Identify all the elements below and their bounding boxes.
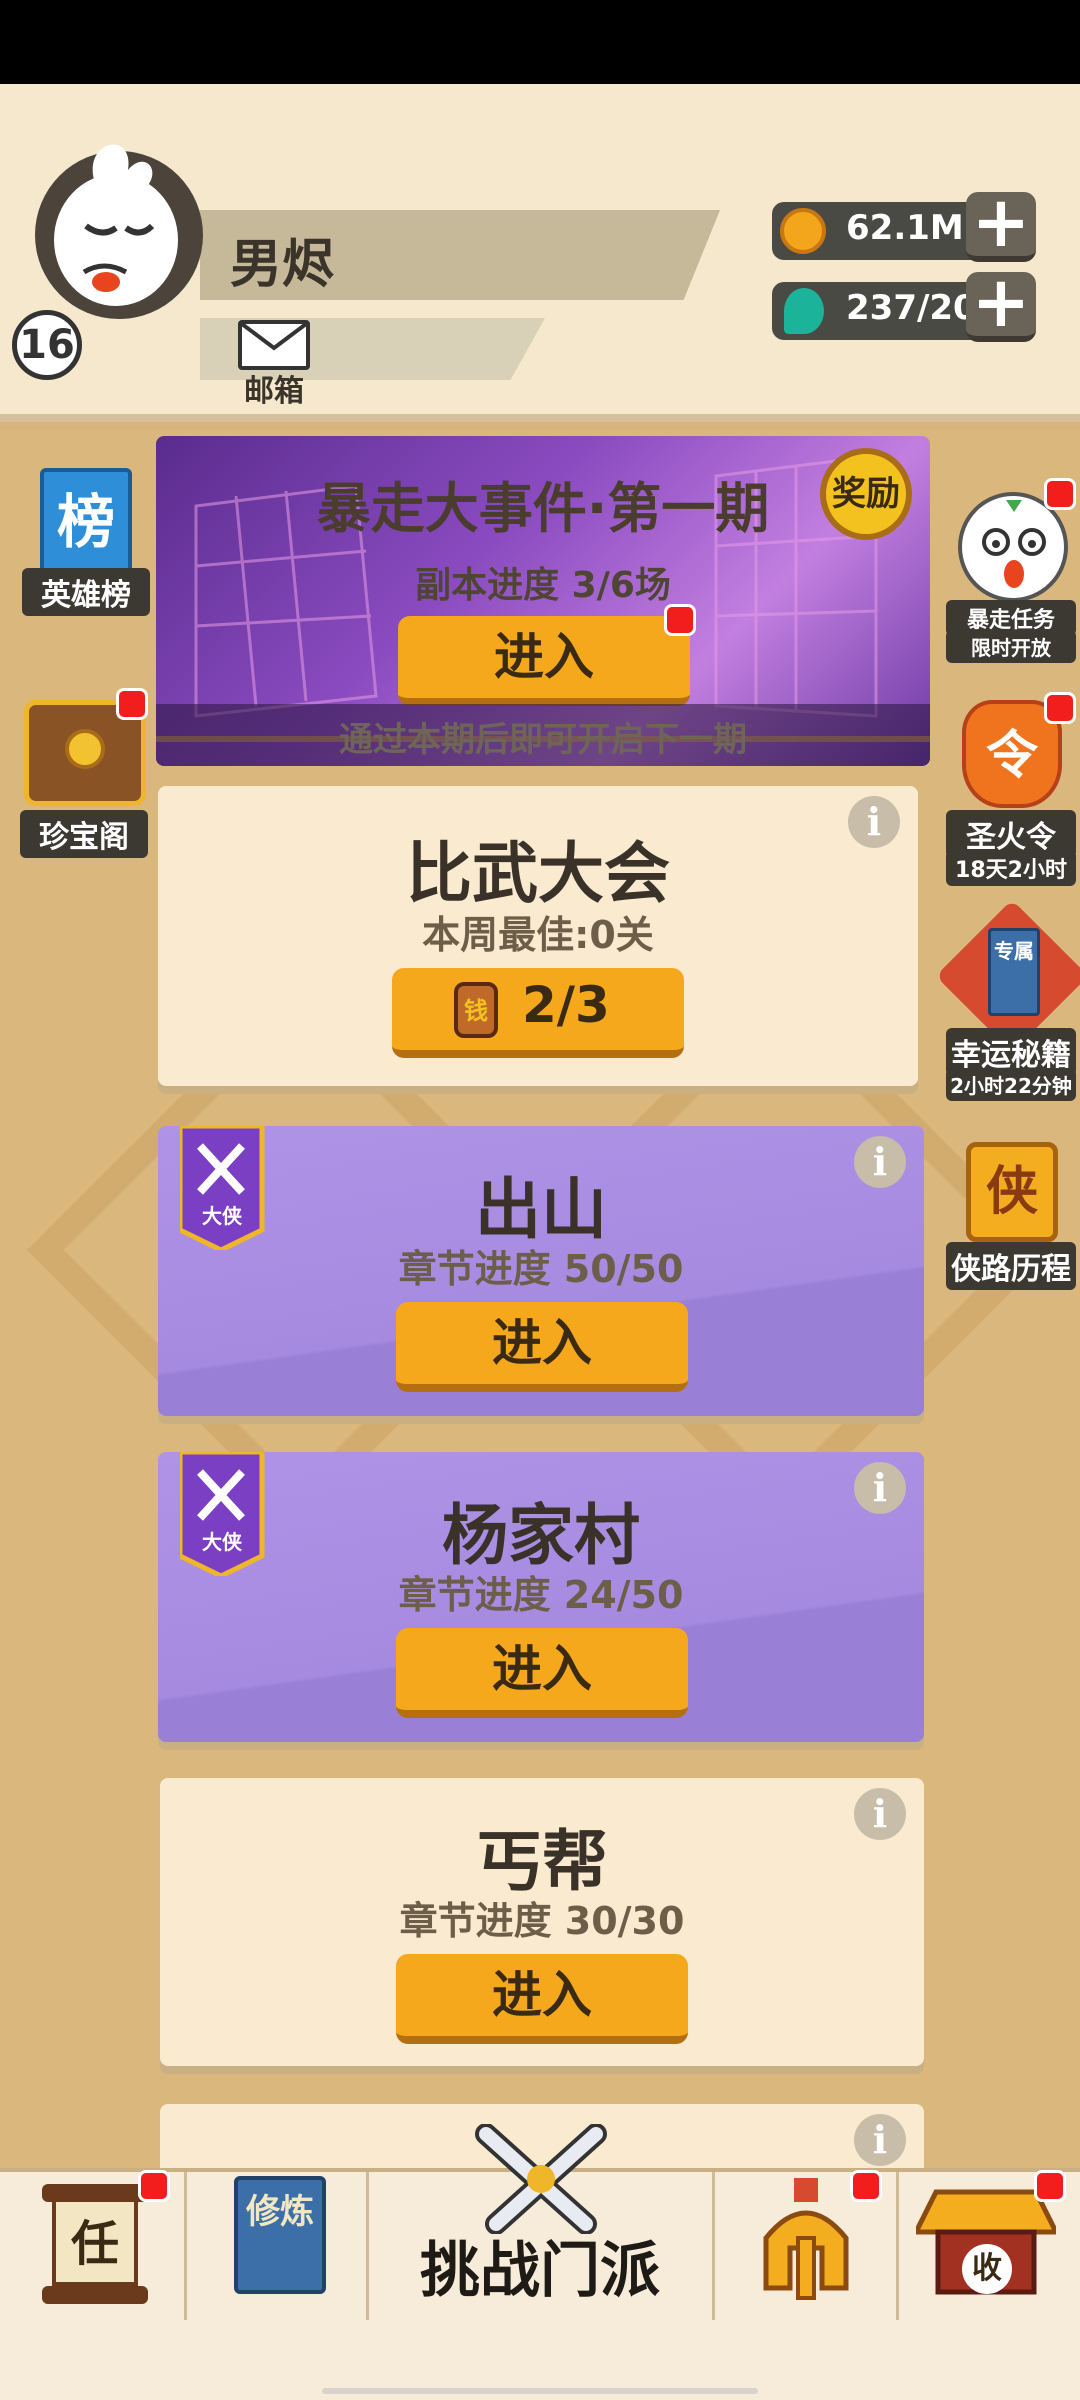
nav-collect-button[interactable]: 收: [912, 2170, 1066, 2320]
info-icon: i: [848, 796, 900, 848]
book-icon: 修炼: [234, 2176, 326, 2294]
info-button[interactable]: i: [854, 2114, 906, 2166]
add-gems-button[interactable]: +: [966, 267, 1036, 342]
nav-divider: [366, 2172, 369, 2320]
info-icon: i: [854, 1788, 906, 1840]
status-bar: [0, 0, 1080, 84]
nav-tasks-button[interactable]: 任: [20, 2170, 170, 2320]
stage-progress: 章节进度 50/50: [398, 1247, 684, 1291]
info-button[interactable]: i: [848, 796, 900, 848]
holy-fire-token-button[interactable]: 令 圣火令 18天2小时: [944, 692, 1080, 886]
stage-enter-button[interactable]: 进入: [396, 1954, 688, 2044]
coin-icon: [780, 208, 826, 254]
rampage-task-sub: 限时开放: [946, 630, 1076, 663]
lucky-secret-book-timer: 2小时22分钟: [946, 1068, 1076, 1101]
info-button[interactable]: i: [854, 1462, 906, 1514]
stage-card[interactable]: 大侠 出山 章节进度 50/50 i 进入: [158, 1126, 924, 1416]
stage-card[interactable]: 丐帮 章节进度 30/30 i 进入: [160, 1778, 924, 2066]
event-note: 通过本期后即可开启下一期: [339, 720, 747, 760]
challenge-label: 挑战门派: [420, 2236, 660, 2306]
notification-dot: [1044, 478, 1076, 510]
hero-journey-button[interactable]: 侠 侠路历程: [944, 1130, 1080, 1290]
event-title: 暴走大事件·第一期: [316, 477, 770, 540]
secret-book-label-icon: 专属: [988, 928, 1040, 1016]
info-icon: i: [854, 1462, 906, 1514]
notification-dot: [850, 2170, 882, 2202]
player-name: 男烬: [230, 235, 335, 295]
hero-journey-icon: 侠: [966, 1142, 1058, 1242]
avatar[interactable]: [24, 120, 214, 320]
stage-progress: 章节进度 30/30: [399, 1899, 685, 1943]
stage-enter-button[interactable]: 进入: [396, 1302, 688, 1392]
add-coins-button[interactable]: +: [966, 187, 1036, 262]
notification-dot: [1034, 2170, 1066, 2202]
plus-icon: +: [971, 261, 1031, 343]
arena-title: 比武大会: [406, 835, 670, 912]
avatar-icon: [35, 144, 203, 319]
arena-best-record: 本周最佳:0关: [422, 913, 654, 957]
coin-amount: 62.1M: [846, 208, 964, 248]
nav-divider: [184, 2172, 187, 2320]
reward-button[interactable]: 奖励: [820, 448, 912, 540]
hero-ranking-button[interactable]: 榜 英雄榜: [22, 468, 150, 616]
notification-dot: [1044, 692, 1076, 724]
crossed-swords-icon: [475, 2124, 607, 2234]
event-banner[interactable]: 暴走大事件·第一期 奖励 副本进度 3/6场 进入 通过本期后即可开启下一期: [156, 436, 930, 766]
lucky-secret-book-button[interactable]: 专属 幸运秘籍 2小时22分钟: [935, 899, 1080, 1101]
ranking-flag-icon: 榜: [40, 468, 132, 576]
mail-label: 邮箱: [244, 374, 304, 409]
nav-challenge-button[interactable]: 挑战门派: [370, 2124, 710, 2324]
rampage-task-button[interactable]: 暴走任务 限时开放: [944, 478, 1080, 668]
mail-icon: [238, 320, 310, 370]
notification-dot: [138, 2170, 170, 2202]
arena-ticket-button[interactable]: 钱 2/3: [392, 968, 684, 1058]
hero-journey-label: 侠路历程: [946, 1242, 1076, 1290]
ticket-count: 2/3: [522, 976, 610, 1034]
hero-ranking-label: 英雄榜: [22, 568, 150, 616]
info-button[interactable]: i: [854, 1788, 906, 1840]
nav-divider: [896, 2172, 899, 2320]
info-button[interactable]: i: [854, 1136, 906, 1188]
collect-icon-text: 收: [962, 2244, 1012, 2294]
nav-cultivate-button[interactable]: 修炼: [206, 2170, 356, 2320]
arena-card[interactable]: 比武大会 本周最佳:0关 i 钱 2/3: [158, 786, 918, 1086]
mail-button[interactable]: 邮箱: [234, 320, 314, 409]
info-icon: i: [854, 1136, 906, 1188]
stage-progress: 章节进度 24/50: [398, 1573, 684, 1617]
gem-icon: [784, 288, 824, 334]
event-progress: 副本进度 3/6场: [415, 565, 671, 606]
notification-dot: [664, 604, 696, 636]
event-enter-button[interactable]: 进入: [398, 616, 690, 706]
stage-enter-button[interactable]: 进入: [396, 1628, 688, 1718]
treasure-pavilion-label: 珍宝阁: [20, 810, 148, 858]
treasure-pavilion-button[interactable]: 珍宝阁: [18, 688, 152, 858]
holy-fire-token-timer: 18天2小时: [946, 850, 1076, 886]
plus-icon: +: [971, 181, 1031, 263]
scroll-icon: 任: [52, 2198, 138, 2286]
level-badge: 16: [12, 310, 82, 380]
helmet-icon: [763, 2178, 849, 2300]
gem-amount: 237/20: [846, 288, 977, 328]
nav-equipment-button[interactable]: [730, 2170, 882, 2320]
stage-card[interactable]: 大侠 杨家村 章节进度 24/50 i 进入: [158, 1452, 924, 1742]
ticket-icon: 钱: [454, 982, 498, 1038]
nav-divider: [712, 2172, 715, 2320]
notification-dot: [116, 688, 148, 720]
home-indicator[interactable]: [322, 2388, 758, 2394]
info-icon: i: [854, 2114, 906, 2166]
